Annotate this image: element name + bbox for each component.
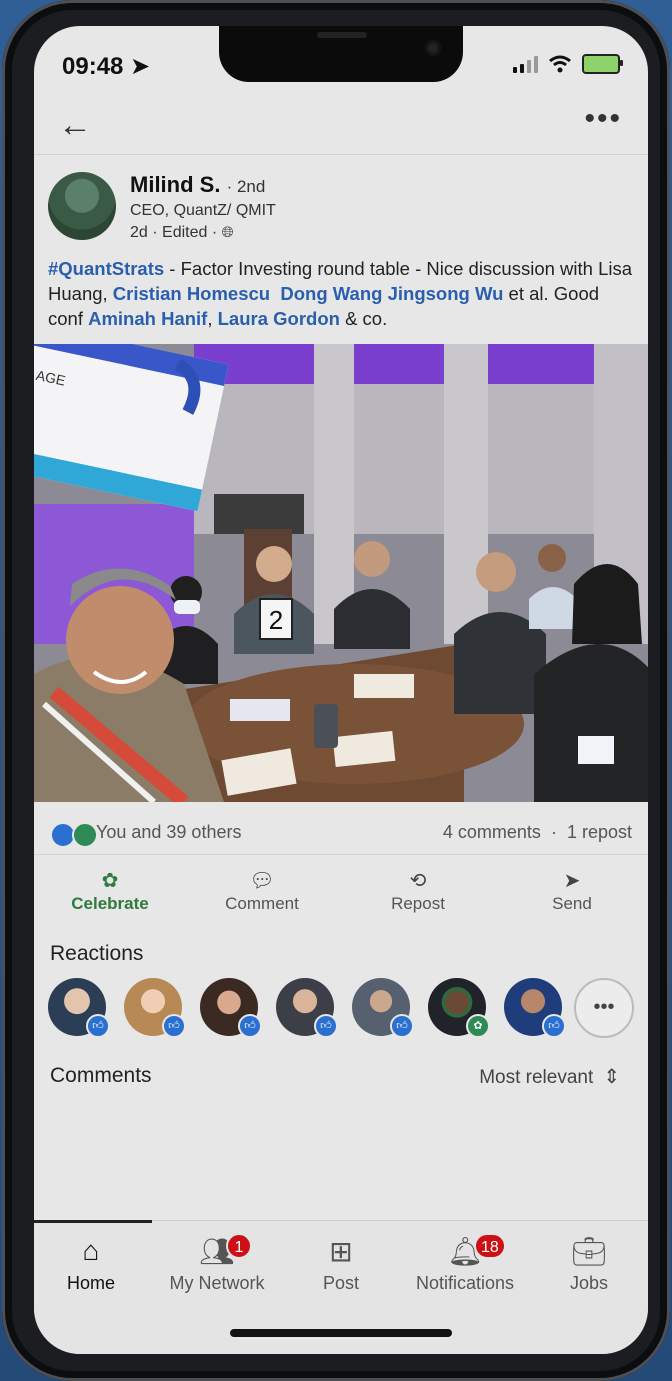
author-title: CEO, QuantZ/ QMIT: [130, 202, 276, 219]
home-icon: ⌂: [82, 1235, 100, 1266]
like-badge-icon: 👍︎: [162, 1014, 186, 1038]
conference-photo: AGE 2: [34, 344, 648, 802]
tab-post-label: Post: [322, 1273, 360, 1293]
like-badge-icon: 👍︎: [390, 1014, 414, 1038]
active-tab-indicator: [34, 1220, 152, 1223]
reactor-avatar[interactable]: 👍︎: [200, 978, 262, 1038]
celebrate-label: Celebrate: [71, 894, 149, 913]
send-icon: ➤: [563, 870, 581, 892]
tab-jobs-label: Jobs: [569, 1273, 609, 1293]
celebrate-icon: ✿: [101, 870, 119, 892]
reactor-avatar[interactable]: ✿: [428, 978, 490, 1038]
post-text-segment: & co.: [339, 308, 388, 329]
reactor-avatar[interactable]: 👍︎: [48, 978, 110, 1038]
phone-frame: 09:48 ➤ ← ••• Milind S. · 2nd CEO, Quant…: [2, 0, 670, 1381]
repost-button[interactable]: ⟲ Repost: [358, 868, 478, 914]
cellular-signal-icon: [513, 55, 538, 73]
send-label: Send: [552, 894, 592, 913]
reactions-heading: Reactions: [50, 942, 144, 965]
mention-link[interactable]: Cristian Homescu: [113, 283, 270, 304]
tab-notifications-label: Notifications: [415, 1273, 515, 1293]
like-badge-icon: 👍︎: [86, 1014, 110, 1038]
network-badge: 1: [226, 1233, 252, 1259]
camera: [425, 40, 441, 56]
globe-icon: 🌐︎: [221, 224, 234, 241]
more-options-icon[interactable]: •••: [584, 102, 622, 136]
reactor-avatar[interactable]: 👍︎: [276, 978, 338, 1038]
mention-link[interactable]: Jingsong Wu: [388, 283, 504, 304]
tab-home-label: Home: [66, 1273, 115, 1293]
post-photo[interactable]: AGE 2: [34, 344, 648, 802]
tab-my-network-label: My Network: [169, 1273, 265, 1293]
comments-count[interactable]: 4 comments: [443, 822, 541, 842]
notifications-badge: 18: [474, 1233, 506, 1259]
tab-my-network[interactable]: 👥︎ 1 My Network: [152, 1233, 282, 1294]
reactor-avatar[interactable]: 👍︎: [504, 978, 566, 1038]
reactor-avatar[interactable]: 👍︎: [352, 978, 414, 1038]
people-icon: 👥︎: [199, 1236, 235, 1267]
likes-count[interactable]: You and 39 others: [96, 822, 241, 843]
plus-square-icon: ⊞: [329, 1236, 353, 1267]
post-meta: 2d · Edited · 🌐︎: [130, 224, 234, 242]
action-bar: ✿ Celebrate 💬︎ Comment ⟲ Repost ➤ Send: [34, 868, 648, 928]
mention-link[interactable]: Aminah Hanif: [88, 308, 207, 329]
repost-label: Repost: [391, 894, 445, 913]
author-name-row[interactable]: Milind S. · 2nd: [130, 172, 265, 198]
table-number: 2: [269, 605, 283, 635]
comments-heading: Comments: [50, 1064, 152, 1087]
send-button[interactable]: ➤ Send: [512, 868, 632, 914]
status-time: 09:48 ➤: [62, 53, 151, 80]
home-indicator[interactable]: [230, 1329, 452, 1337]
separator-dot: ·: [550, 822, 557, 842]
mention-link[interactable]: Dong Wang: [280, 283, 382, 304]
like-badge-icon: 👍︎: [542, 1014, 566, 1038]
post-text: #QuantStrats - Factor Investing round ta…: [48, 256, 638, 331]
engagement-counts: You and 39 others 4 comments · 1 repost: [34, 816, 648, 855]
mention-link[interactable]: Laura Gordon: [218, 308, 340, 329]
bell-icon: 🔔︎: [447, 1236, 483, 1267]
reactors-list: 👍︎ 👍︎ 👍︎ 👍︎ 👍︎ ✿ 👍︎: [48, 978, 648, 1042]
sort-label: Most relevant: [479, 1067, 594, 1088]
chevron-up-down-icon: ⇕: [603, 1066, 620, 1088]
tab-home[interactable]: ⌂ Home: [34, 1235, 156, 1294]
celebrate-badge-icon: ✿: [466, 1014, 490, 1038]
connection-degree: · 2nd: [226, 177, 266, 196]
more-reactors-button[interactable]: •••: [574, 978, 634, 1038]
comments-reposts-count[interactable]: 4 comments · 1 repost: [443, 822, 632, 843]
celebrate-button[interactable]: ✿ Celebrate: [50, 868, 170, 914]
reposts-count[interactable]: 1 repost: [567, 822, 632, 842]
sort-dropdown[interactable]: Most relevant ⇕: [479, 1064, 620, 1089]
back-arrow-icon[interactable]: ←: [58, 106, 92, 145]
reaction-icons[interactable]: [50, 822, 98, 848]
comment-icon: 💬︎: [249, 870, 275, 892]
status-icons: [513, 54, 623, 74]
speaker: [317, 32, 367, 38]
tab-post[interactable]: ⊞ Post: [276, 1235, 406, 1294]
comment-label: Comment: [225, 894, 299, 913]
notch: [219, 26, 463, 82]
like-badge-icon: 👍︎: [238, 1014, 262, 1038]
bottom-nav: ⌂ Home 👥︎ 1 My Network ⊞ Post 🔔︎ 18 Noti…: [34, 1220, 648, 1354]
hashtag-link[interactable]: #QuantStrats: [48, 258, 164, 279]
author-avatar[interactable]: [48, 172, 116, 240]
post-time: 2d · Edited ·: [130, 224, 218, 241]
reactor-avatar[interactable]: 👍︎: [124, 978, 186, 1038]
screen: 09:48 ➤ ← ••• Milind S. · 2nd CEO, Quant…: [34, 26, 648, 1354]
tab-notifications[interactable]: 🔔︎ 18 Notifications: [400, 1233, 530, 1294]
battery-icon: [582, 54, 623, 74]
comment-button[interactable]: 💬︎ Comment: [202, 868, 322, 914]
author-name[interactable]: Milind S.: [130, 172, 220, 197]
briefcase-icon: 💼︎: [571, 1236, 607, 1267]
top-bar: ← •••: [34, 100, 648, 155]
repost-icon: ⟲: [409, 870, 427, 892]
celebrate-reaction-icon: [72, 822, 98, 848]
tab-jobs[interactable]: 💼︎ Jobs: [524, 1235, 648, 1294]
like-badge-icon: 👍︎: [314, 1014, 338, 1038]
wifi-icon: [549, 55, 571, 73]
post-text-segment: ,: [207, 308, 218, 329]
